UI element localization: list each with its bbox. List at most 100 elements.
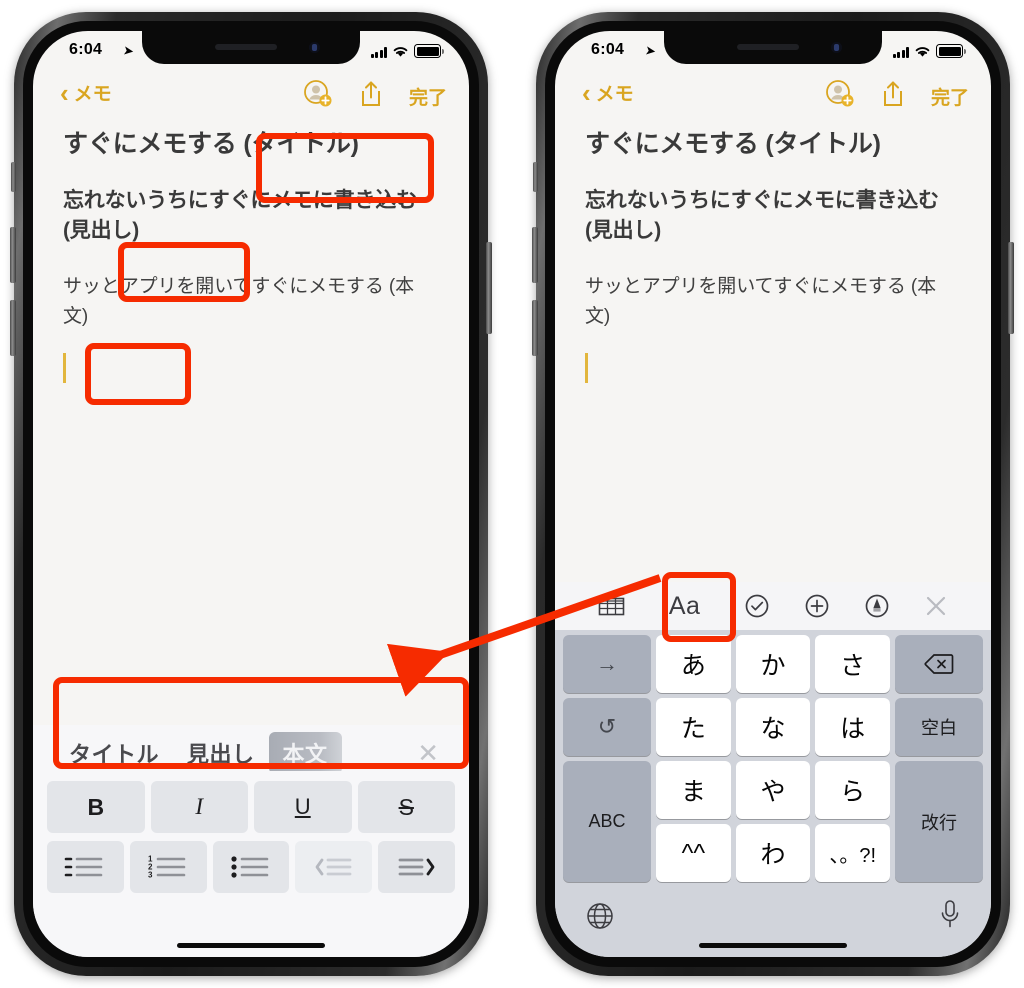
note-body[interactable]: サッとアプリを開いてすぐにメモする (本文) <box>585 272 961 331</box>
wifi-icon <box>393 47 408 57</box>
person-add-icon[interactable] <box>825 79 855 114</box>
note-title[interactable]: すぐにメモする (タイトル) <box>63 127 439 162</box>
battery-full-icon <box>414 44 444 58</box>
silent-switch[interactable] <box>11 162 16 192</box>
home-indicator[interactable] <box>177 943 325 948</box>
svg-text:3: 3 <box>148 871 153 880</box>
back-button[interactable]: ‹ メモ <box>582 79 634 106</box>
next-candidate-key[interactable]: → <box>563 635 651 693</box>
cellular-bars-icon <box>370 47 387 58</box>
note-content[interactable]: すぐにメモする (タイトル) 忘れないうちにすぐにメモに書き込む (見出し) サ… <box>33 121 469 384</box>
indent-right-icon <box>398 858 434 876</box>
undo-key[interactable]: ↺ <box>563 698 651 756</box>
numbered-list-icon: 1 2 3 <box>148 855 186 880</box>
outdent-button[interactable] <box>295 841 373 893</box>
kana-key-na[interactable]: な <box>735 698 811 756</box>
kana-key-punctuation[interactable]: 、。?! <box>815 824 891 882</box>
kana-key-ma[interactable]: ま <box>656 761 731 819</box>
abc-key[interactable]: ABC <box>563 761 651 882</box>
done-button[interactable]: 完了 <box>409 83 447 110</box>
note-content[interactable]: すぐにメモする (タイトル) 忘れないうちにすぐにメモに書き込む (見出し) サ… <box>555 121 991 384</box>
status-bar: 6:04 ➤ <box>555 31 991 75</box>
dismiss-keyboard-button[interactable] <box>924 594 948 618</box>
kana-key-ya[interactable]: や <box>735 761 811 819</box>
status-time: 6:04 <box>69 41 103 58</box>
back-label: メモ <box>595 84 634 105</box>
bulleted-list-button[interactable] <box>47 841 124 893</box>
volume-down-button[interactable] <box>532 300 538 356</box>
note-heading[interactable]: 忘れないうちにすぐにメモに書き込む (見出し) <box>585 186 961 247</box>
phone-left: 6:04 ➤ ‹ メモ 完了 すぐにメモする (タイトル) 忘れないうちにすぐに… <box>10 12 492 976</box>
table-icon[interactable] <box>598 595 625 618</box>
dash-list-icon <box>65 857 103 877</box>
return-key[interactable]: 改行 <box>895 761 984 882</box>
numbered-list-button[interactable]: 1 2 3 <box>129 841 207 893</box>
indent-button[interactable] <box>378 841 455 893</box>
underline-button[interactable]: U <box>254 781 352 833</box>
kana-column-3: さ は ら 、。?! <box>815 635 891 882</box>
share-icon[interactable] <box>881 80 905 113</box>
note-body[interactable]: サッとアプリを開いてすぐにメモする (本文) <box>63 272 439 331</box>
battery-full-icon <box>936 44 966 58</box>
kana-keyboard[interactable]: → ↺ ABC あ た ま ^^ か な や わ さ は ら 、。?! 空白 改… <box>555 630 991 887</box>
kana-key-ta[interactable]: た <box>656 698 731 756</box>
text-caret <box>63 353 66 384</box>
undo-icon: ↺ <box>597 714 617 739</box>
pen-circle-icon[interactable] <box>864 593 890 619</box>
globe-icon[interactable] <box>585 901 615 936</box>
plus-circle-icon[interactable] <box>804 593 830 619</box>
delete-icon <box>924 654 954 674</box>
keyboard-area[interactable]: Aa → ↺ ABC あ た ま ^^ か な や わ さ は ら 、。?! 空… <box>555 582 991 957</box>
arrow-right-icon: → <box>596 651 618 676</box>
note-title[interactable]: すぐにメモする (タイトル) <box>585 127 961 162</box>
chevron-left-icon: ‹ <box>60 77 69 108</box>
location-arrow-icon: ➤ <box>644 42 657 59</box>
kana-key-wa[interactable]: わ <box>735 824 811 882</box>
person-add-icon[interactable] <box>303 79 333 114</box>
italic-label: I <box>195 794 204 819</box>
keyboard-left-column: → ↺ ABC <box>563 635 651 882</box>
kana-key-ka[interactable]: か <box>735 635 811 693</box>
kana-key-emoji[interactable]: ^^ <box>656 824 731 882</box>
screen-left: 6:04 ➤ ‹ メモ 完了 すぐにメモする (タイトル) 忘れないうちにすぐに… <box>33 31 469 957</box>
style-option-title[interactable]: タイトル <box>55 732 173 774</box>
text-format-button[interactable]: Aa <box>659 590 711 623</box>
microphone-icon[interactable] <box>939 899 961 936</box>
status-time: 6:04 <box>591 41 625 58</box>
style-option-body[interactable]: 本文 <box>268 732 342 774</box>
kana-column-1: あ た ま ^^ <box>656 635 731 882</box>
note-heading[interactable]: 忘れないうちにすぐにメモに書き込む (見出し) <box>63 186 439 247</box>
dotted-list-button[interactable] <box>212 841 290 893</box>
back-button[interactable]: ‹ メモ <box>60 79 112 106</box>
text-caret <box>585 353 588 384</box>
kana-key-sa[interactable]: さ <box>815 635 891 693</box>
volume-up-button[interactable] <box>532 227 538 283</box>
cellular-bars-icon <box>892 47 909 58</box>
volume-up-button[interactable] <box>10 227 16 283</box>
silent-switch[interactable] <box>533 162 538 192</box>
close-icon[interactable]: ✕ <box>417 740 439 766</box>
check-circle-icon[interactable] <box>744 593 770 619</box>
italic-button[interactable]: I <box>150 781 248 833</box>
keyboard-right-column: 空白 改行 <box>895 635 984 882</box>
power-button[interactable] <box>1008 242 1014 334</box>
share-icon[interactable] <box>359 80 383 113</box>
nav-bar: ‹ メモ 完了 <box>555 75 991 121</box>
strikethrough-button[interactable]: S <box>357 781 455 833</box>
keyboard-accessory-bar[interactable]: Aa <box>555 582 991 630</box>
status-bar: 6:04 ➤ <box>33 31 469 75</box>
bold-button[interactable]: B <box>47 781 145 833</box>
kana-key-ha[interactable]: は <box>815 698 891 756</box>
text-style-keyboard[interactable]: B I U S 1 2 3 <box>33 771 469 957</box>
style-option-heading[interactable]: 見出し <box>173 732 269 774</box>
phone-right: 6:04 ➤ ‹ メモ 完了 すぐにメモする (タイトル) 忘れないうちにすぐに… <box>532 12 1014 976</box>
done-button[interactable]: 完了 <box>931 83 969 110</box>
home-indicator[interactable] <box>699 943 847 948</box>
power-button[interactable] <box>486 242 492 334</box>
delete-key[interactable] <box>895 635 984 693</box>
strikethrough-label: S <box>398 793 414 820</box>
kana-key-ra[interactable]: ら <box>815 761 891 819</box>
volume-down-button[interactable] <box>10 300 16 356</box>
space-key[interactable]: 空白 <box>895 698 984 756</box>
kana-key-a[interactable]: あ <box>656 635 731 693</box>
